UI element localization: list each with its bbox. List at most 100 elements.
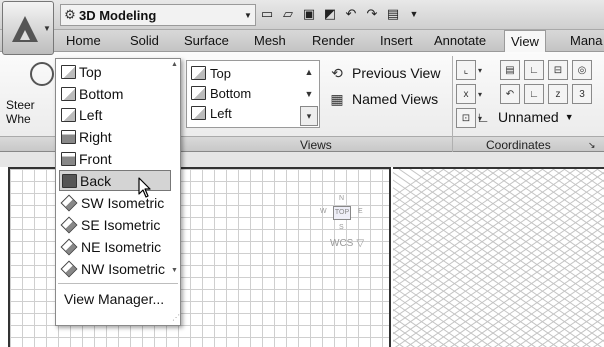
viewcube-east[interactable]: E (358, 208, 363, 215)
application-menu-button[interactable]: ▼ (2, 1, 54, 55)
ucs-3point-button[interactable]: 3 (572, 84, 592, 104)
gallery-item-label: Bottom (210, 85, 252, 101)
previous-view-label: Previous View (352, 65, 441, 81)
gallery-item-label: Left (210, 105, 232, 121)
ucs-origin-button[interactable]: ∟ (524, 60, 544, 80)
steering-line-2: Whe (6, 112, 31, 126)
steering-wheel-button[interactable]: Steer Whe (4, 60, 56, 130)
viewcube-north[interactable]: N (339, 195, 344, 202)
tab-home[interactable]: Home (66, 30, 101, 52)
menu-item-back[interactable]: Back (59, 170, 171, 191)
chevron-down-icon[interactable]: ▼ (241, 11, 255, 20)
customize-icon[interactable]: ▼ (405, 5, 423, 23)
open-icon[interactable]: ▱ (279, 5, 297, 23)
top-view-icon (61, 64, 76, 79)
viewcube-west[interactable]: W (320, 208, 327, 215)
front-view-icon (61, 151, 76, 166)
scroll-down-icon[interactable]: ▼ (300, 84, 318, 104)
saveas-icon[interactable]: ◩ (321, 5, 339, 23)
menu-item-bottom[interactable]: Bottom (59, 83, 171, 104)
ucs-named-dropdown[interactable]: ∟ Unnamed ▼ (474, 108, 573, 126)
wcs-menu[interactable]: WCS ▽ (330, 238, 364, 249)
ucs-z-axis-button[interactable]: ∟ (524, 84, 544, 104)
previous-view-button[interactable]: ⟲ Previous View (328, 64, 440, 82)
tab-surface[interactable]: Surface (184, 30, 229, 52)
menu-item-left[interactable]: Left (59, 104, 171, 125)
gear-icon: ⚙ (64, 7, 76, 22)
panel-separator (452, 56, 453, 152)
ucs-view-button[interactable]: ⊟ (548, 60, 568, 80)
tab-mesh[interactable]: Mesh (254, 30, 286, 52)
menu-item-ne-isometric[interactable]: NE Isometric (59, 236, 171, 257)
menu-item-front[interactable]: Front (59, 148, 171, 169)
ucs-z-vector-button[interactable]: z (548, 84, 568, 104)
menu-divider (58, 283, 178, 284)
menu-item-nw-isometric[interactable]: NW Isometric (59, 258, 171, 279)
right-view-icon (61, 129, 76, 144)
left-view-icon (191, 106, 206, 120)
viewcube-face[interactable]: TOP (333, 206, 351, 220)
wcs-label: WCS (330, 238, 354, 249)
ribbon-tab-bar: Home Solid Surface Mesh Render Insert An… (0, 30, 604, 53)
gallery-item-bottom[interactable]: Bottom (191, 84, 251, 102)
steering-wheel-label: Steer Whe (6, 98, 35, 126)
menu-item-label: Right (79, 128, 112, 145)
ucs-x-button[interactable]: x (456, 84, 476, 104)
ucs-world-button[interactable]: ⌞ (456, 60, 476, 80)
named-views-button[interactable]: ▦ Named Views (328, 90, 438, 108)
named-views-label: Named Views (352, 91, 439, 107)
new-icon[interactable]: ▭ (258, 5, 276, 23)
chevron-down-icon[interactable]: ▾ (478, 90, 482, 99)
sw-isometric-icon (60, 194, 78, 211)
redo-icon[interactable]: ↷ (363, 5, 381, 23)
chevron-down-icon[interactable]: ▾ (478, 66, 482, 75)
menu-item-label: Bottom (79, 85, 124, 102)
nw-isometric-icon (60, 260, 78, 277)
menu-item-label: Left (79, 106, 103, 123)
tab-annotate[interactable]: Annotate (434, 30, 486, 52)
chevron-down-icon: ▼ (43, 24, 51, 33)
mouse-cursor-icon (138, 177, 151, 198)
perspective-grid (393, 169, 604, 347)
menu-item-top[interactable]: Top (59, 61, 171, 82)
view-presets-dropdown: Top Bottom Left Right Front Back SW Isom… (55, 58, 181, 326)
gallery-item-left[interactable]: Left (191, 104, 232, 122)
gallery-item-top[interactable]: Top (191, 64, 231, 82)
tab-view[interactable]: View (504, 30, 546, 53)
scroll-up-icon[interactable]: ▲ (300, 62, 318, 82)
view-manager-item[interactable]: View Manager... (64, 291, 164, 307)
workspace-selector[interactable]: ⚙ 3D Modeling ▼ (60, 4, 256, 26)
resize-grip-icon[interactable]: ⋰ (172, 313, 180, 322)
ucs-face-button[interactable]: ⊡ (456, 108, 476, 128)
plot-icon[interactable]: ▤ (384, 5, 402, 23)
left-view-icon (61, 107, 76, 122)
logo-inner (20, 30, 30, 40)
menu-item-se-isometric[interactable]: SE Isometric (59, 214, 171, 235)
se-isometric-icon (60, 216, 78, 233)
menu-item-label: SE Isometric (81, 216, 161, 233)
ucs-object-button[interactable]: ◎ (572, 60, 592, 80)
menu-item-label: NW Isometric (81, 260, 165, 277)
model-viewport-right[interactable] (393, 167, 604, 347)
ucs-icon-button[interactable]: ▤ (500, 60, 520, 80)
scroll-down-icon[interactable]: ▼ (171, 267, 178, 274)
previous-view-icon: ⟲ (331, 64, 343, 81)
tab-manage[interactable]: Mana (570, 30, 603, 52)
panel-expand-icon[interactable]: ↘ (588, 140, 596, 151)
undo-icon[interactable]: ↶ (342, 5, 360, 23)
menu-scrollbar[interactable]: ▲ ▼ (170, 61, 180, 281)
ucs-named-label: Unnamed (498, 109, 559, 125)
ucs-previous-button[interactable]: ↶ (500, 84, 520, 104)
tab-render[interactable]: Render (312, 30, 355, 52)
save-icon[interactable]: ▣ (300, 5, 318, 23)
ucs-axes-icon: ∟ (476, 109, 490, 125)
top-view-icon (191, 66, 206, 80)
scroll-up-icon[interactable]: ▲ (171, 61, 178, 68)
viewcube-south[interactable]: S (339, 224, 344, 231)
tab-solid[interactable]: Solid (130, 30, 159, 52)
gallery-expand-icon[interactable]: ▾ (300, 106, 318, 126)
menu-item-label: Top (79, 63, 102, 80)
menu-item-sw-isometric[interactable]: SW Isometric (59, 192, 171, 213)
menu-item-right[interactable]: Right (59, 126, 171, 147)
tab-insert[interactable]: Insert (380, 30, 413, 52)
